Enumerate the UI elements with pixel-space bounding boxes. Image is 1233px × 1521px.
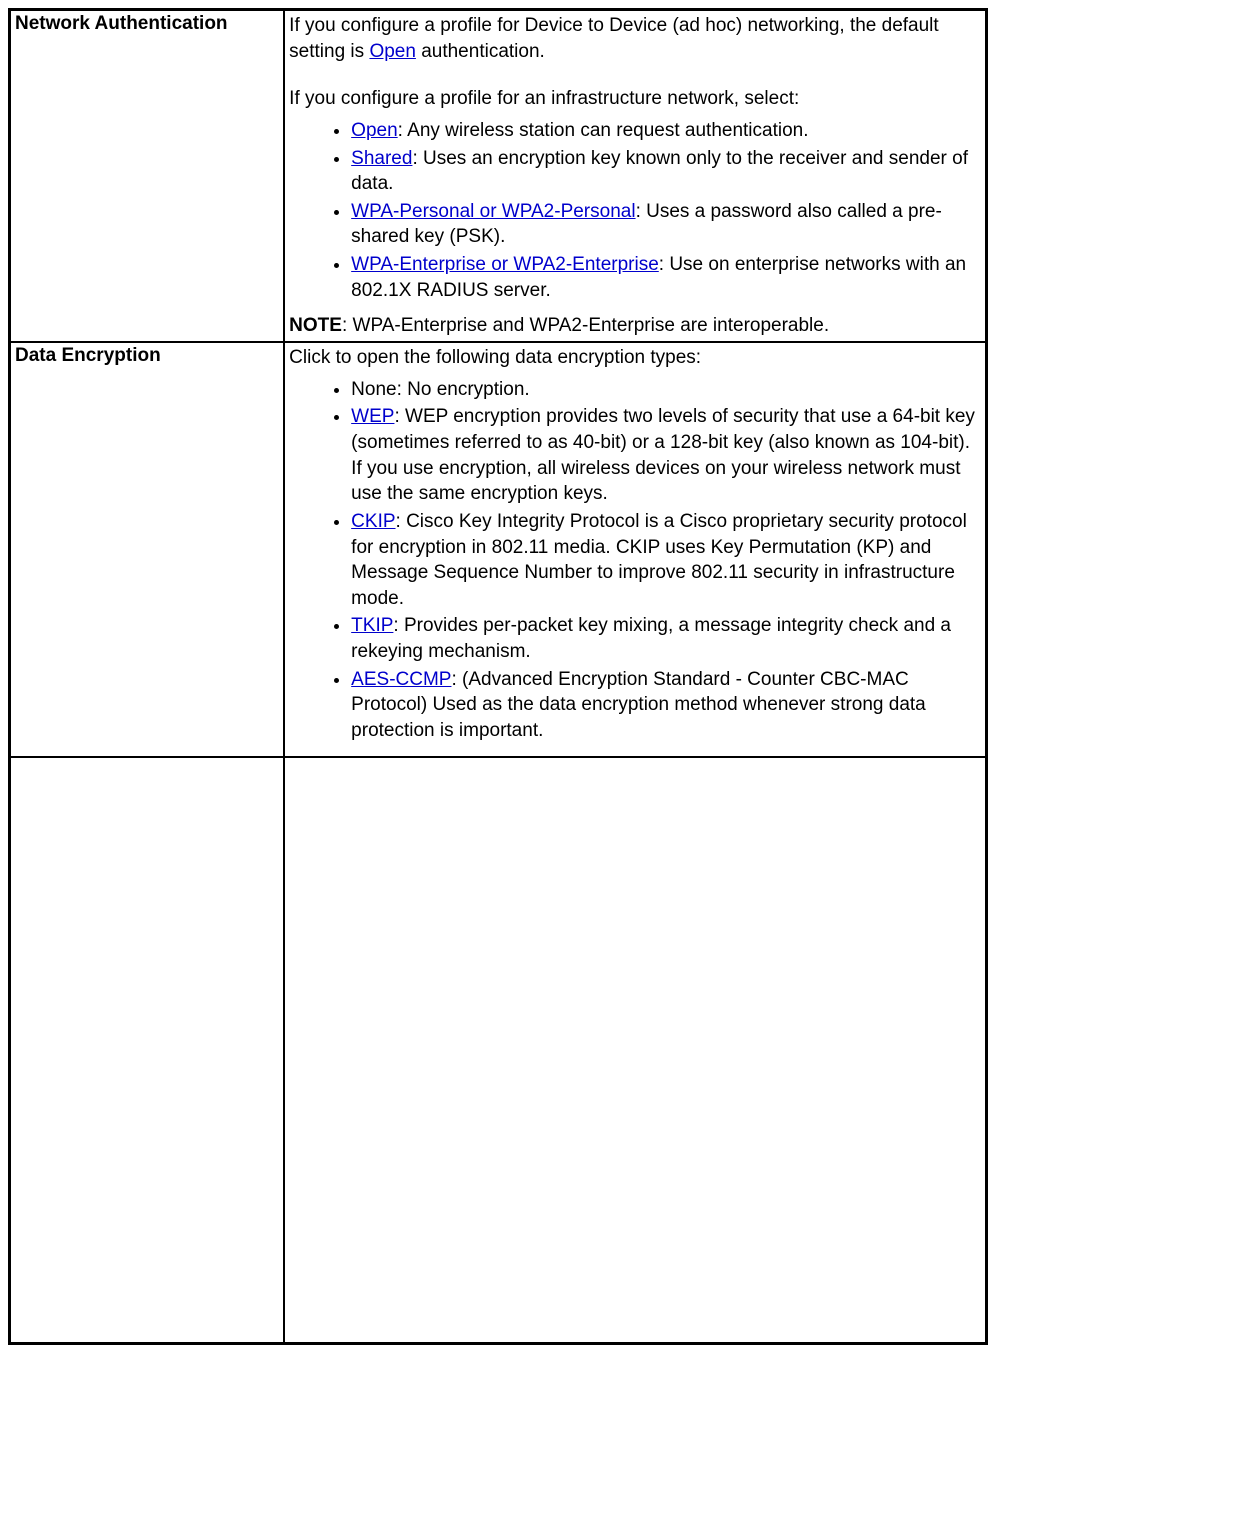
item-text: : WEP encryption provides two levels of … [351,406,975,504]
row-network-authentication: Network Authentication If you configure … [10,10,986,342]
link-wpa-personal[interactable]: WPA-Personal or WPA2-Personal [351,201,635,222]
content-data-encryption: Click to open the following data encrypt… [284,342,986,757]
link-wpa-enterprise[interactable]: WPA-Enterprise or WPA2-Enterprise [351,254,659,275]
link-shared[interactable]: Shared [351,148,412,169]
list-item: Open: Any wireless station can request a… [351,118,981,144]
netauth-options-list: Open: Any wireless station can request a… [289,118,981,303]
dataenc-intro: Click to open the following data encrypt… [289,345,981,371]
item-text: : Provides per-packet key mixing, a mess… [351,615,951,662]
list-item: AES-CCMP: (Advanced Encryption Standard … [351,667,981,744]
empty-cell-left [10,757,284,1343]
list-item: WPA-Personal or WPA2-Personal: Uses a pa… [351,199,981,250]
dataenc-options-list: None: No encryption. WEP: WEP encryption… [289,377,981,744]
list-item: WEP: WEP encryption provides two levels … [351,404,981,507]
content-network-authentication: If you configure a profile for Device to… [284,10,986,342]
label-data-encryption: Data Encryption [10,342,284,757]
item-text: : Uses an encryption key known only to t… [351,148,968,195]
label-network-authentication: Network Authentication [10,10,284,342]
link-tkip[interactable]: TKIP [351,615,393,636]
row-data-encryption: Data Encryption Click to open the follow… [10,342,986,757]
link-ckip[interactable]: CKIP [351,511,395,532]
item-plain: None [351,379,396,400]
item-text: : Any wireless station can request authe… [398,120,809,141]
netauth-infra-intro: If you configure a profile for an infras… [289,86,981,112]
item-text: : Cisco Key Integrity Protocol is a Cisc… [351,511,967,609]
link-open[interactable]: Open [351,120,397,141]
netauth-intro: If you configure a profile for Device to… [289,13,981,64]
link-wep[interactable]: WEP [351,406,394,427]
item-text: : No encryption. [397,379,530,400]
empty-cell-right [284,757,986,1343]
link-aes-ccmp[interactable]: AES-CCMP [351,669,451,690]
link-open-inline[interactable]: Open [369,41,415,62]
netauth-intro-part2: authentication. [416,41,545,62]
list-item: CKIP: Cisco Key Integrity Protocol is a … [351,509,981,612]
list-item: TKIP: Provides per-packet key mixing, a … [351,613,981,664]
row-empty [10,757,986,1343]
list-item: None: No encryption. [351,377,981,403]
list-item: Shared: Uses an encryption key known onl… [351,146,981,197]
settings-table: Network Authentication If you configure … [8,8,988,1345]
list-item: WPA-Enterprise or WPA2-Enterprise: Use o… [351,252,981,303]
note-text: : WPA-Enterprise and WPA2-Enterprise are… [342,315,829,336]
note-label: NOTE [289,315,342,336]
netauth-note: NOTE: WPA-Enterprise and WPA2-Enterprise… [289,313,981,339]
